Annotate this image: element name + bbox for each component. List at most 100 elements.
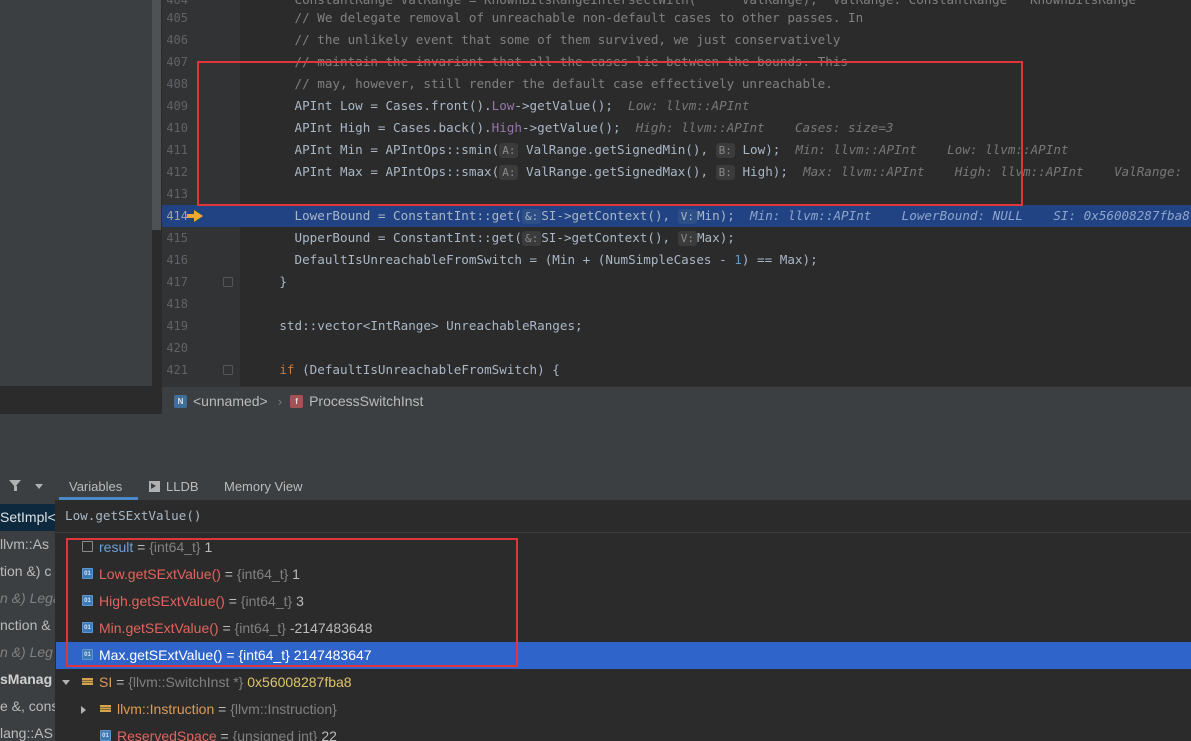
- code-token: ValRange.getSignedMax(),: [518, 164, 716, 179]
- code-token: Min);: [696, 208, 735, 223]
- code-line[interactable]: 409 APInt Low = Cases.front().Low->getVa…: [162, 95, 1191, 117]
- variable-type: {int64_t}: [238, 647, 290, 663]
- line-number[interactable]: 409: [162, 95, 188, 117]
- code-token: Max);: [696, 230, 735, 245]
- code-text: std::vector<IntRange> UnreachableRanges;: [249, 315, 582, 337]
- code-line[interactable]: 420: [162, 337, 1191, 359]
- stack-frame[interactable]: llvm::As: [0, 531, 55, 558]
- tab-memory-view[interactable]: Memory View: [224, 472, 303, 500]
- variable-name: result: [99, 539, 134, 555]
- code-line[interactable]: 416 DefaultIsUnreachableFromSwitch = (Mi…: [162, 249, 1191, 271]
- line-number[interactable]: 417: [162, 271, 188, 293]
- line-number[interactable]: 421: [162, 359, 188, 381]
- code-line[interactable]: 412 APInt Max = APIntOps::smax(A: ValRan…: [162, 161, 1191, 183]
- variable-row[interactable]: result = {int64_t} 1: [56, 534, 1191, 561]
- variable-equals: =: [133, 539, 150, 555]
- line-number[interactable]: 411: [162, 139, 188, 161]
- code-token: 1: [734, 252, 742, 267]
- field-icon: [82, 676, 93, 687]
- stack-frame[interactable]: n &) Leg: [0, 639, 55, 666]
- code-line[interactable]: 414 LowerBound = ConstantInt::get(&: SI->…: [162, 205, 1191, 227]
- watch-icon: 01: [82, 595, 93, 606]
- parameter-hint: V:: [677, 209, 697, 224]
- line-number[interactable]: 415: [162, 227, 188, 249]
- line-number[interactable]: 416: [162, 249, 188, 271]
- code-line[interactable]: 413: [162, 183, 1191, 205]
- stack-frame[interactable]: nction &: [0, 612, 55, 639]
- line-number[interactable]: 420: [162, 337, 188, 359]
- variable-row[interactable]: 01 Min.getSExtValue() = {int64_t} -214748…: [56, 615, 1191, 642]
- variable-type: {llvm::Instruction}: [230, 701, 337, 717]
- stack-frame[interactable]: sManag: [0, 666, 55, 693]
- variable-value: 1: [292, 566, 300, 582]
- debug-toolbar: [0, 414, 1191, 443]
- line-number[interactable]: 410: [162, 117, 188, 139]
- variable-entry: llvm::Instruction = {llvm::Instruction}: [117, 696, 337, 723]
- stack-frame[interactable]: tion &) c: [0, 558, 55, 585]
- variable-value: -2147483648: [289, 620, 373, 636]
- code-line[interactable]: 408 // may, however, still render the de…: [162, 73, 1191, 95]
- line-number[interactable]: 405: [162, 7, 188, 29]
- code-text: LowerBound = ConstantInt::get(&: SI->getC…: [249, 205, 1190, 227]
- line-number[interactable]: 414: [162, 205, 188, 227]
- chevron-down-icon[interactable]: [62, 680, 70, 685]
- code-line[interactable]: 421 if (DefaultIsUnreachableFromSwitch) …: [162, 359, 1191, 381]
- code-line[interactable]: 418: [162, 293, 1191, 315]
- variable-row[interactable]: 01 High.getSExtValue() = {int64_t} 3: [56, 588, 1191, 615]
- variable-row[interactable]: SI = {llvm::SwitchInst *} 0x56008287fba8: [56, 669, 1191, 696]
- code-line[interactable]: 407 // maintain the invariant that all t…: [162, 51, 1191, 73]
- code-line[interactable]: 405 // We delegate removal of unreachabl…: [162, 7, 1191, 29]
- code-line[interactable]: 417 }: [162, 271, 1191, 293]
- inline-debug-value: Max: llvm::APInt High: llvm::APInt ValRa…: [803, 164, 1191, 179]
- variable-value: 1: [204, 539, 213, 555]
- code-token: UpperBound = ConstantInt::get(: [249, 230, 522, 245]
- line-number[interactable]: 419: [162, 315, 188, 337]
- chevron-right-icon[interactable]: [81, 706, 86, 714]
- breadcrumb-namespace[interactable]: <unnamed>: [193, 393, 268, 409]
- chevron-down-icon[interactable]: [35, 484, 43, 489]
- stack-frame[interactable]: n &) Lega: [0, 585, 55, 612]
- evaluate-expression-field[interactable]: Low.getSExtValue(): [56, 500, 1191, 533]
- line-number[interactable]: 418: [162, 293, 188, 315]
- line-number[interactable]: 413: [162, 183, 188, 205]
- code-text: }: [249, 271, 287, 293]
- inline-debug-value: Min: llvm::APInt Low: llvm::APInt: [780, 142, 1069, 157]
- code-token: }: [249, 274, 287, 289]
- stack-frame[interactable]: lang::AS: [0, 720, 55, 741]
- parameter-hint: A:: [499, 143, 519, 158]
- fold-marker-icon[interactable]: [223, 277, 233, 287]
- stack-frame[interactable]: e &, cons: [0, 693, 55, 720]
- tab-variables[interactable]: Variables: [69, 472, 122, 500]
- variable-row[interactable]: 01 Max.getSExtValue() = {int64_t} 2147483…: [56, 642, 1191, 669]
- variable-row[interactable]: 01 Low.getSExtValue() = {int64_t} 1: [56, 561, 1191, 588]
- code-line[interactable]: 406 // the unlikely event that some of t…: [162, 29, 1191, 51]
- code-token: ->getValue();: [521, 120, 621, 135]
- line-number[interactable]: 406: [162, 29, 188, 51]
- variable-row[interactable]: llvm::Instruction = {llvm::Instruction}: [56, 696, 1191, 723]
- code-token: // may, however, still render the defaul…: [249, 76, 833, 91]
- variable-type: {llvm::SwitchInst *}: [128, 674, 244, 690]
- left-panel-scrollbar[interactable]: [152, 0, 161, 230]
- variable-entry: SI = {llvm::SwitchInst *} 0x56008287fba8: [99, 669, 352, 696]
- line-number[interactable]: 408: [162, 73, 188, 95]
- code-line[interactable]: 415 UpperBound = ConstantInt::get(&: SI->…: [162, 227, 1191, 249]
- variable-equals: =: [220, 566, 237, 582]
- evaluate-expression-text: Low.getSExtValue(): [65, 508, 202, 523]
- inline-debug-value: Min: llvm::APInt LowerBound: NULL SI: 0x…: [734, 208, 1190, 223]
- breadcrumb-function[interactable]: ProcessSwitchInst: [309, 393, 423, 409]
- variables-panel: Low.getSExtValue() result = {int64_t} 10…: [56, 500, 1191, 741]
- code-line[interactable]: 410 APInt High = Cases.back().High->getV…: [162, 117, 1191, 139]
- line-number[interactable]: 407: [162, 51, 188, 73]
- fold-marker-icon[interactable]: [223, 365, 233, 375]
- variable-type: {int64_t}: [240, 593, 293, 609]
- tab-lldb[interactable]: LLDB: [149, 472, 199, 500]
- stack-frame[interactable]: SetImpl<: [0, 504, 55, 531]
- code-line[interactable]: 411 APInt Min = APIntOps::smin(A: ValRan…: [162, 139, 1191, 161]
- variable-value: 3: [296, 593, 304, 609]
- line-number[interactable]: 412: [162, 161, 188, 183]
- parameter-hint: A:: [499, 165, 519, 180]
- code-line[interactable]: 419 std::vector<IntRange> UnreachableRan…: [162, 315, 1191, 337]
- code-text: // maintain the invariant that all the c…: [249, 51, 848, 73]
- variable-row[interactable]: 01 ReservedSpace = {unsigned int} 22: [56, 723, 1191, 741]
- code-editor[interactable]: 404 ConstantRange ValRange = KnownBitsRa…: [162, 0, 1191, 386]
